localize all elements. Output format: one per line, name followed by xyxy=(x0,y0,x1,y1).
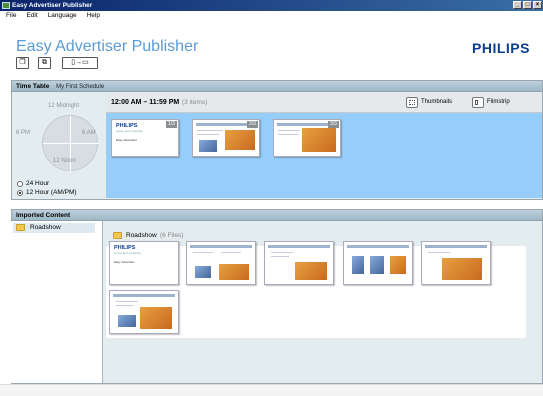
radio-12-hour-label: 12 Hour (AM/PM) xyxy=(26,189,77,196)
folder-tree: Roadshow xyxy=(11,221,103,383)
radio-24-hour-label: 24 Hour xyxy=(26,180,50,187)
import-button[interactable]: ⧉ xyxy=(38,57,51,69)
app-title: Easy Advertiser Publisher xyxy=(16,38,199,55)
status-bar xyxy=(0,384,543,396)
window-title-bar: Easy Advertiser Publisher _ □ × xyxy=(0,0,543,11)
menu-bar: File Edit Language Help xyxy=(0,11,543,21)
maximize-button[interactable]: □ xyxy=(523,1,532,9)
imported-file-count: (6 Files) xyxy=(160,232,184,239)
content-thumbnail[interactable] xyxy=(109,290,179,334)
timetable-header: Time Table My First Schedule xyxy=(12,81,542,92)
content-thumbnail[interactable] xyxy=(421,241,491,285)
radio-24-hour[interactable] xyxy=(17,181,23,187)
slide-order-badge: 3/3 xyxy=(328,121,339,128)
slide-order-badge: 2/3 xyxy=(247,121,258,128)
slide-tagline: sense and simplicity xyxy=(116,129,143,133)
slide-thumbnail[interactable]: 3/3 xyxy=(273,119,341,157)
thumbnails-label: Thumbnails xyxy=(421,99,453,105)
content-thumbnail[interactable] xyxy=(264,241,334,285)
slide-order-badge: 1/3 xyxy=(166,121,177,128)
menu-edit[interactable]: Edit xyxy=(26,11,37,21)
clock-label-6pm: 6 PM xyxy=(16,130,31,136)
close-button[interactable]: × xyxy=(533,1,542,9)
content-thumbnail[interactable] xyxy=(343,241,413,285)
slide-thumbnail[interactable]: 2/3 xyxy=(192,119,260,157)
folder-icon xyxy=(16,224,25,231)
menu-help[interactable]: Help xyxy=(87,11,100,21)
brand-logo: PHILIPS xyxy=(472,40,530,56)
window-title: Easy Advertiser Publisher xyxy=(12,2,93,9)
time-range: 12:00 AM – 11:59 PM xyxy=(111,99,180,106)
clock-label-midnight: 12 Midnight xyxy=(48,103,80,109)
filmstrip-icon xyxy=(475,100,478,105)
menu-language[interactable]: Language xyxy=(48,11,77,21)
clock-label-6am: 6 AM xyxy=(82,130,96,136)
filmstrip-view-button[interactable] xyxy=(472,97,484,108)
timetable-title: Time Table xyxy=(16,83,50,90)
folder-tree-label: Roadshow xyxy=(30,224,61,231)
open-button[interactable]: ❐ xyxy=(16,57,29,69)
thumbnails-view-button[interactable] xyxy=(406,97,418,108)
radio-12-hour[interactable] xyxy=(17,190,23,196)
content-thumbnail[interactable]: PHILIPS sense and simplicity Easy Advert… xyxy=(109,241,179,285)
clock-label-noon: 12 Noon xyxy=(53,158,76,164)
slide-subtitle: Easy Advertiser xyxy=(116,138,137,142)
publish-button[interactable]: ▯→▭ xyxy=(62,57,98,69)
content-tagline: sense and simplicity xyxy=(114,251,141,255)
app-icon xyxy=(2,2,10,9)
content-thumbnail[interactable] xyxy=(186,241,256,285)
imported-folder-name: Roadshow xyxy=(126,232,157,239)
minimize-button[interactable]: _ xyxy=(513,1,522,9)
item-count: (3 items) xyxy=(182,99,208,106)
grid-icon xyxy=(409,100,415,105)
imported-content-header: Imported Content xyxy=(12,210,542,221)
menu-file[interactable]: File xyxy=(6,11,16,21)
filmstrip-label: Filmstrip xyxy=(487,99,510,105)
folder-tree-item-roadshow[interactable]: Roadshow xyxy=(13,223,95,233)
imported-content-title: Imported Content xyxy=(16,212,71,219)
content-subtitle: Easy Advertiser xyxy=(114,260,135,264)
slide-thumbnail[interactable]: PHILIPS sense and simplicity Easy Advert… xyxy=(111,119,179,157)
schedule-name[interactable]: My First Schedule xyxy=(56,84,104,90)
folder-icon xyxy=(113,232,122,239)
